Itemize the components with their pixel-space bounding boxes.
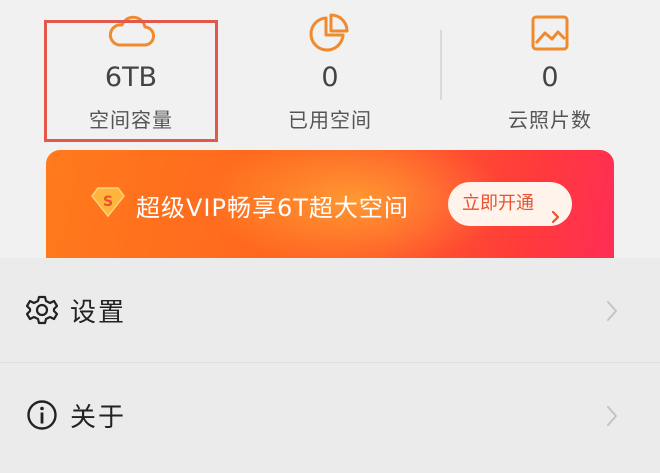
chevron-right-icon xyxy=(606,300,618,326)
cloud-photos-value: 0 xyxy=(541,62,559,93)
menu-item-settings[interactable]: 设置 xyxy=(0,258,660,363)
activate-vip-label: 立即开通 xyxy=(462,193,534,214)
vip-diamond-icon: S xyxy=(90,186,126,222)
storage-summary: 6TB 空间容量 0 已用空间 0 云照片数 S 超级VIP畅享6T超大空间 立… xyxy=(0,0,660,260)
settings-menu: 设置 关于 xyxy=(0,258,660,473)
menu-item-about[interactable]: 关于 xyxy=(0,363,660,467)
chevron-right-icon xyxy=(606,405,618,431)
capacity-highlight-box xyxy=(44,20,218,142)
about-label: 关于 xyxy=(70,403,127,433)
info-icon xyxy=(26,399,58,435)
used-space-value: 0 xyxy=(321,62,339,93)
used-space-label: 已用空间 xyxy=(288,108,372,132)
badge-letter: S xyxy=(103,194,113,210)
settings-label: 设置 xyxy=(70,298,127,328)
chevron-right-icon xyxy=(551,197,560,241)
image-icon xyxy=(530,14,570,56)
pie-chart-icon xyxy=(309,12,351,56)
stat-divider xyxy=(440,30,442,100)
vip-banner-text: 超级VIP畅享6T超大空间 xyxy=(136,194,409,222)
vip-banner[interactable]: S 超级VIP畅享6T超大空间 立即开通 xyxy=(46,150,614,260)
activate-vip-button[interactable]: 立即开通 xyxy=(448,182,572,226)
cloud-photos-label: 云照片数 xyxy=(508,108,592,132)
gear-icon xyxy=(25,294,59,330)
